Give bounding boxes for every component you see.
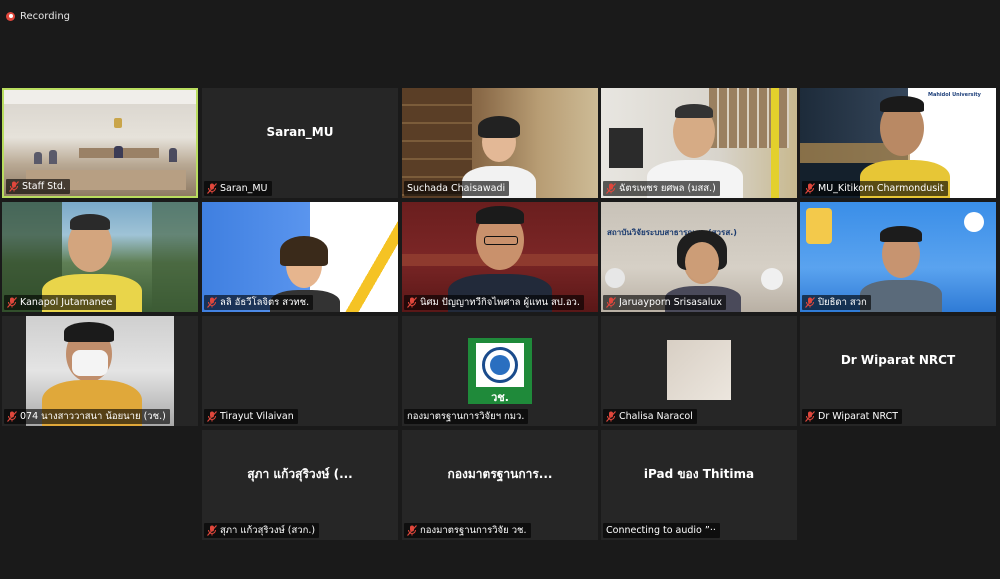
video-tile-wassana[interactable]: 074 นางสาววาสนา น้อยนาย (วช.) — [2, 316, 198, 426]
mic-muted-icon — [207, 183, 217, 194]
video-tile-tirayut[interactable]: Tirayut Vilaivan — [202, 316, 398, 426]
participant-label: Jaruayporn Srisasalux — [603, 295, 727, 310]
profile-picture — [667, 340, 731, 400]
mic-muted-icon — [407, 525, 417, 536]
participant-label: Staff Std. — [6, 179, 70, 194]
participant-label: นิศม ปัญญาทวีกิจไพศาล ผู้แทน สป.อว. — [404, 295, 584, 310]
video-tile-lalin[interactable]: ลลิ อัธวีโลจิตร สวทช. — [202, 202, 398, 312]
mic-muted-icon — [207, 411, 217, 422]
participant-label: MU_Kitikorn Charmondusit — [802, 181, 948, 196]
mic-muted-icon — [606, 297, 616, 308]
participant-display-name: กองมาตรฐานการ... — [447, 466, 553, 481]
participant-label: 074 นางสาววาสนา น้อยนาย (วช.) — [4, 409, 170, 424]
video-grid: Staff Std. Saran_MU Saran_MU Suchada Cha… — [0, 0, 1000, 579]
participant-label: Kanapol Jutamanee — [4, 295, 117, 310]
mic-muted-icon — [805, 411, 815, 422]
participant-label: กองมาตรฐานการวิจัยฯ กมว. — [404, 409, 529, 424]
mic-muted-icon — [407, 297, 417, 308]
video-tile-nrct-research-standards[interactable]: กองมาตรฐานการ... กองมาตรฐานการวิจัย วช. — [402, 430, 598, 540]
video-tile-nrct-standards[interactable]: วช. กองมาตรฐานการวิจัยฯ กมว. — [402, 316, 598, 426]
participant-label: ปิยธิดา สวก — [802, 295, 871, 310]
nrct-logo: วช. — [468, 338, 532, 404]
mic-muted-icon — [7, 411, 17, 422]
participant-display-name: Saran_MU — [266, 125, 334, 139]
video-tile-kanapol[interactable]: Kanapol Jutamanee — [2, 202, 198, 312]
participant-label: Dr Wiparat NRCT — [802, 409, 903, 424]
mic-muted-icon — [805, 183, 815, 194]
connecting-status: Connecting to audio ”·· — [603, 523, 720, 538]
participant-label: กองมาตรฐานการวิจัย วช. — [404, 523, 531, 538]
participant-label: ฉัตรเพชร ยศพล (มสส.) — [603, 181, 720, 196]
participant-label: Suchada Chaisawadi — [404, 181, 510, 196]
participant-label: Tirayut Vilaivan — [204, 409, 298, 424]
mic-muted-icon — [606, 411, 616, 422]
video-tile-chatpetch[interactable]: ฉัตรเพชร ยศพล (มสส.) — [601, 88, 797, 198]
video-tile-ipad-thitima[interactable]: iPad ของ Thitima Connecting to audio ”·· — [601, 430, 797, 540]
participant-display-name: Dr Wiparat NRCT — [840, 353, 956, 367]
mic-muted-icon — [606, 183, 616, 194]
mic-muted-icon — [207, 297, 217, 308]
mic-muted-icon — [805, 297, 815, 308]
video-tile-supa[interactable]: สุภา แก้วสุริวงษ์ (... สุภา แก้วสุริวงษ์… — [202, 430, 398, 540]
video-tile-saran-mu[interactable]: Saran_MU Saran_MU — [202, 88, 398, 198]
nrct-logo-text: วช. — [491, 391, 509, 404]
participant-label: สุภา แก้วสุริวงษ์ (สวก.) — [204, 523, 320, 538]
video-tile-piyathida[interactable]: ปิยธิดา สวก — [800, 202, 996, 312]
participant-display-name: สุภา แก้วสุริวงษ์ (... — [247, 466, 353, 481]
video-tile-suchada[interactable]: Suchada Chaisawadi — [402, 88, 598, 198]
video-tile-nisom[interactable]: นิศม ปัญญาทวีกิจไพศาล ผู้แทน สป.อว. — [402, 202, 598, 312]
video-tile-jaruayporn[interactable]: สถาบันวิจัยระบบสาธารณสุข (สวรส.) Jaruayp… — [601, 202, 797, 312]
mic-muted-icon — [9, 181, 19, 192]
participant-label: Chalisa Naracol — [603, 409, 697, 424]
video-tile-wiparat[interactable]: Dr Wiparat NRCT Dr Wiparat NRCT — [800, 316, 996, 426]
video-tile-staff-std[interactable]: Staff Std. — [2, 88, 198, 198]
participant-label: ลลิ อัธวีโลจิตร สวทช. — [204, 295, 314, 310]
mic-muted-icon — [207, 525, 217, 536]
video-tile-kitikorn[interactable]: Mahidol University MU_Kitikorn Charmondu… — [800, 88, 996, 198]
participant-label: Saran_MU — [204, 181, 272, 196]
mahidol-logo-text: Mahidol University — [928, 92, 981, 98]
video-tile-chalisa[interactable]: Chalisa Naracol — [601, 316, 797, 426]
participant-display-name: iPad ของ Thitima — [643, 466, 755, 481]
mic-muted-icon — [7, 297, 17, 308]
